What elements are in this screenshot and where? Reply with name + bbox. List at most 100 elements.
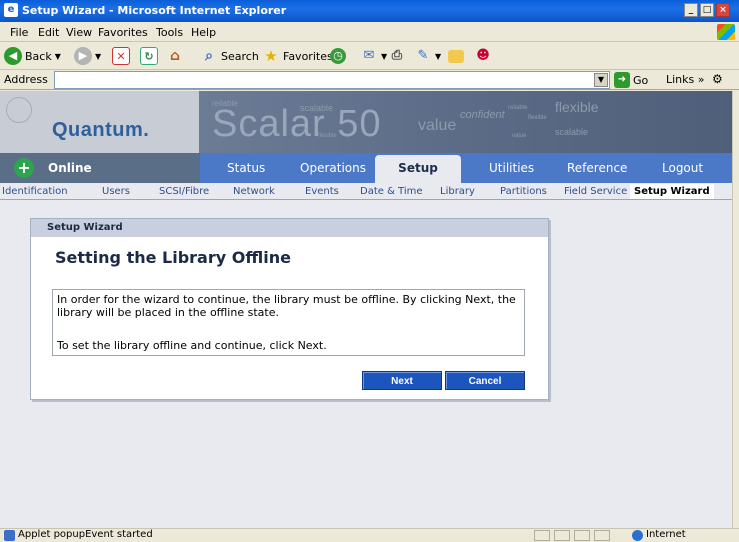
subtab-partitions[interactable]: Partitions: [500, 186, 547, 197]
forward-arrow-icon: ▶: [74, 47, 92, 65]
ie-icon: e: [4, 3, 18, 17]
edit-button[interactable]: ✎ ▼: [414, 45, 442, 67]
applet-icon: [4, 530, 15, 541]
go-label: Go: [633, 73, 649, 87]
menu-tools[interactable]: Tools: [156, 26, 183, 39]
favorites-label: Favorites: [283, 49, 333, 63]
tab-reference[interactable]: Reference: [567, 161, 627, 175]
stop-icon: ✕: [112, 47, 130, 65]
subtab-users[interactable]: Users: [102, 186, 130, 197]
online-plus-icon: +: [14, 158, 34, 178]
subtab-network[interactable]: Network: [233, 186, 275, 197]
chevron-down-icon: ▼: [435, 51, 442, 61]
product-name: Scalar 50: [212, 103, 382, 145]
search-icon: ⌕: [205, 48, 213, 64]
chevron-down-icon: ▼: [54, 51, 61, 61]
window-titlebar: e Setup Wizard - Microsoft Internet Expl…: [0, 0, 739, 22]
print-button[interactable]: ⎙: [388, 45, 406, 67]
forward-button[interactable]: ▶ ▼: [74, 45, 101, 67]
header-banner: Quantum. reliable scalable Scalar 50 fle…: [0, 91, 732, 153]
subtab-events[interactable]: Events: [305, 186, 339, 197]
wizard-message: In order for the wizard to continue, the…: [57, 293, 516, 319]
wizard-title: Setting the Library Offline: [55, 248, 291, 267]
tab-setup[interactable]: Setup: [375, 155, 461, 183]
back-button[interactable]: ◀ Back ▼: [4, 45, 61, 67]
subtab-library[interactable]: Library: [440, 186, 475, 197]
subtab-setup-wizard[interactable]: Setup Wizard: [630, 184, 714, 199]
back-label: Back: [25, 49, 52, 63]
minimize-button[interactable]: _: [684, 3, 698, 17]
edit-icon: ✎: [417, 48, 429, 63]
menu-help[interactable]: Help: [191, 26, 216, 39]
messenger-icon: ☻: [476, 48, 490, 63]
brand-logo: Quantum.: [52, 119, 150, 141]
status-cell: [594, 530, 610, 541]
menu-favorites[interactable]: Favorites: [98, 26, 148, 39]
browser-toolbar: ◀ Back ▼ ▶ ▼ ✕ ↻ ⌂ ⌕ Search ★ Favorites …: [0, 42, 739, 70]
messenger-button[interactable]: ☻: [474, 45, 492, 67]
wizard-panel: Setup Wizard Setting the Library Offline…: [30, 218, 549, 400]
go-button[interactable]: ➜ Go: [614, 72, 648, 88]
banner-word: confident: [460, 109, 505, 121]
banner-word: value: [512, 133, 527, 139]
status-cell: [534, 530, 550, 541]
main-nav: + Online Status Operations Setup Utiliti…: [0, 153, 732, 183]
windows-logo-icon: [717, 24, 735, 40]
menu-bar: File Edit View Favorites Tools Help: [0, 22, 739, 42]
history-button[interactable]: ◷: [330, 45, 346, 67]
search-button[interactable]: ⌕ Search: [200, 45, 259, 67]
search-label: Search: [221, 49, 259, 63]
folder-icon: [448, 49, 464, 63]
history-icon: ◷: [330, 48, 346, 64]
maximize-button[interactable]: □: [700, 3, 714, 17]
go-arrow-icon: ➜: [614, 72, 630, 88]
links-button[interactable]: Links »: [666, 73, 704, 86]
subtab-identification[interactable]: Identification: [2, 186, 68, 197]
refresh-button[interactable]: ↻: [140, 45, 158, 67]
wizard-message-box: In order for the wizard to continue, the…: [52, 289, 525, 356]
address-bar: Address ▼ ➜ Go Links » ⚙: [0, 70, 739, 90]
favorites-button[interactable]: ★ Favorites: [262, 45, 333, 67]
tab-operations[interactable]: Operations: [300, 161, 366, 175]
mail-button[interactable]: ✉ ▼: [360, 45, 388, 67]
extension-icon[interactable]: ⚙: [712, 72, 723, 86]
sub-nav: Identification Users SCSI/Fibre Network …: [0, 183, 732, 200]
star-icon: ★: [264, 47, 278, 65]
menu-edit[interactable]: Edit: [38, 26, 59, 39]
wizard-header: Setup Wizard: [31, 219, 548, 237]
folder-button[interactable]: [448, 45, 464, 67]
chevron-down-icon: ▼: [381, 51, 388, 61]
cancel-button[interactable]: Cancel: [445, 371, 525, 390]
home-button[interactable]: ⌂: [166, 45, 184, 67]
subtab-date-time[interactable]: Date & Time: [360, 186, 423, 197]
tab-logout[interactable]: Logout: [662, 161, 703, 175]
vertical-scrollbar[interactable]: [732, 91, 739, 528]
back-arrow-icon: ◀: [4, 47, 22, 65]
address-dropdown-icon[interactable]: ▼: [594, 73, 608, 87]
status-label: Online: [48, 161, 92, 175]
subtab-field-service[interactable]: Field Service: [564, 186, 627, 197]
logo-area: Quantum.: [0, 91, 199, 153]
close-button[interactable]: ×: [716, 3, 730, 17]
next-button[interactable]: Next: [362, 371, 442, 390]
tab-status[interactable]: Status: [227, 161, 265, 175]
internet-globe-icon: [632, 530, 643, 541]
banner-word: scalable: [555, 127, 589, 137]
tab-utilities[interactable]: Utilities: [489, 161, 534, 175]
address-label: Address: [4, 73, 48, 86]
security-zone: Internet: [646, 529, 686, 540]
page-content: Quantum. reliable scalable Scalar 50 fle…: [0, 91, 732, 528]
refresh-icon: ↻: [140, 47, 158, 65]
address-input[interactable]: [54, 71, 610, 89]
menu-file[interactable]: File: [10, 26, 28, 39]
window-title: Setup Wizard - Microsoft Internet Explor…: [22, 4, 287, 17]
home-icon: ⌂: [169, 48, 181, 64]
wizard-instruction: To set the library offline and continue,…: [57, 339, 327, 352]
library-status: + Online: [0, 153, 200, 183]
stop-button[interactable]: ✕: [112, 45, 130, 67]
menu-view[interactable]: View: [66, 26, 92, 39]
print-icon: ⎙: [391, 48, 403, 63]
subtab-scsi-fibre[interactable]: SCSI/Fibre: [159, 186, 209, 197]
banner-word: reliable: [508, 105, 528, 111]
status-cell: [554, 530, 570, 541]
